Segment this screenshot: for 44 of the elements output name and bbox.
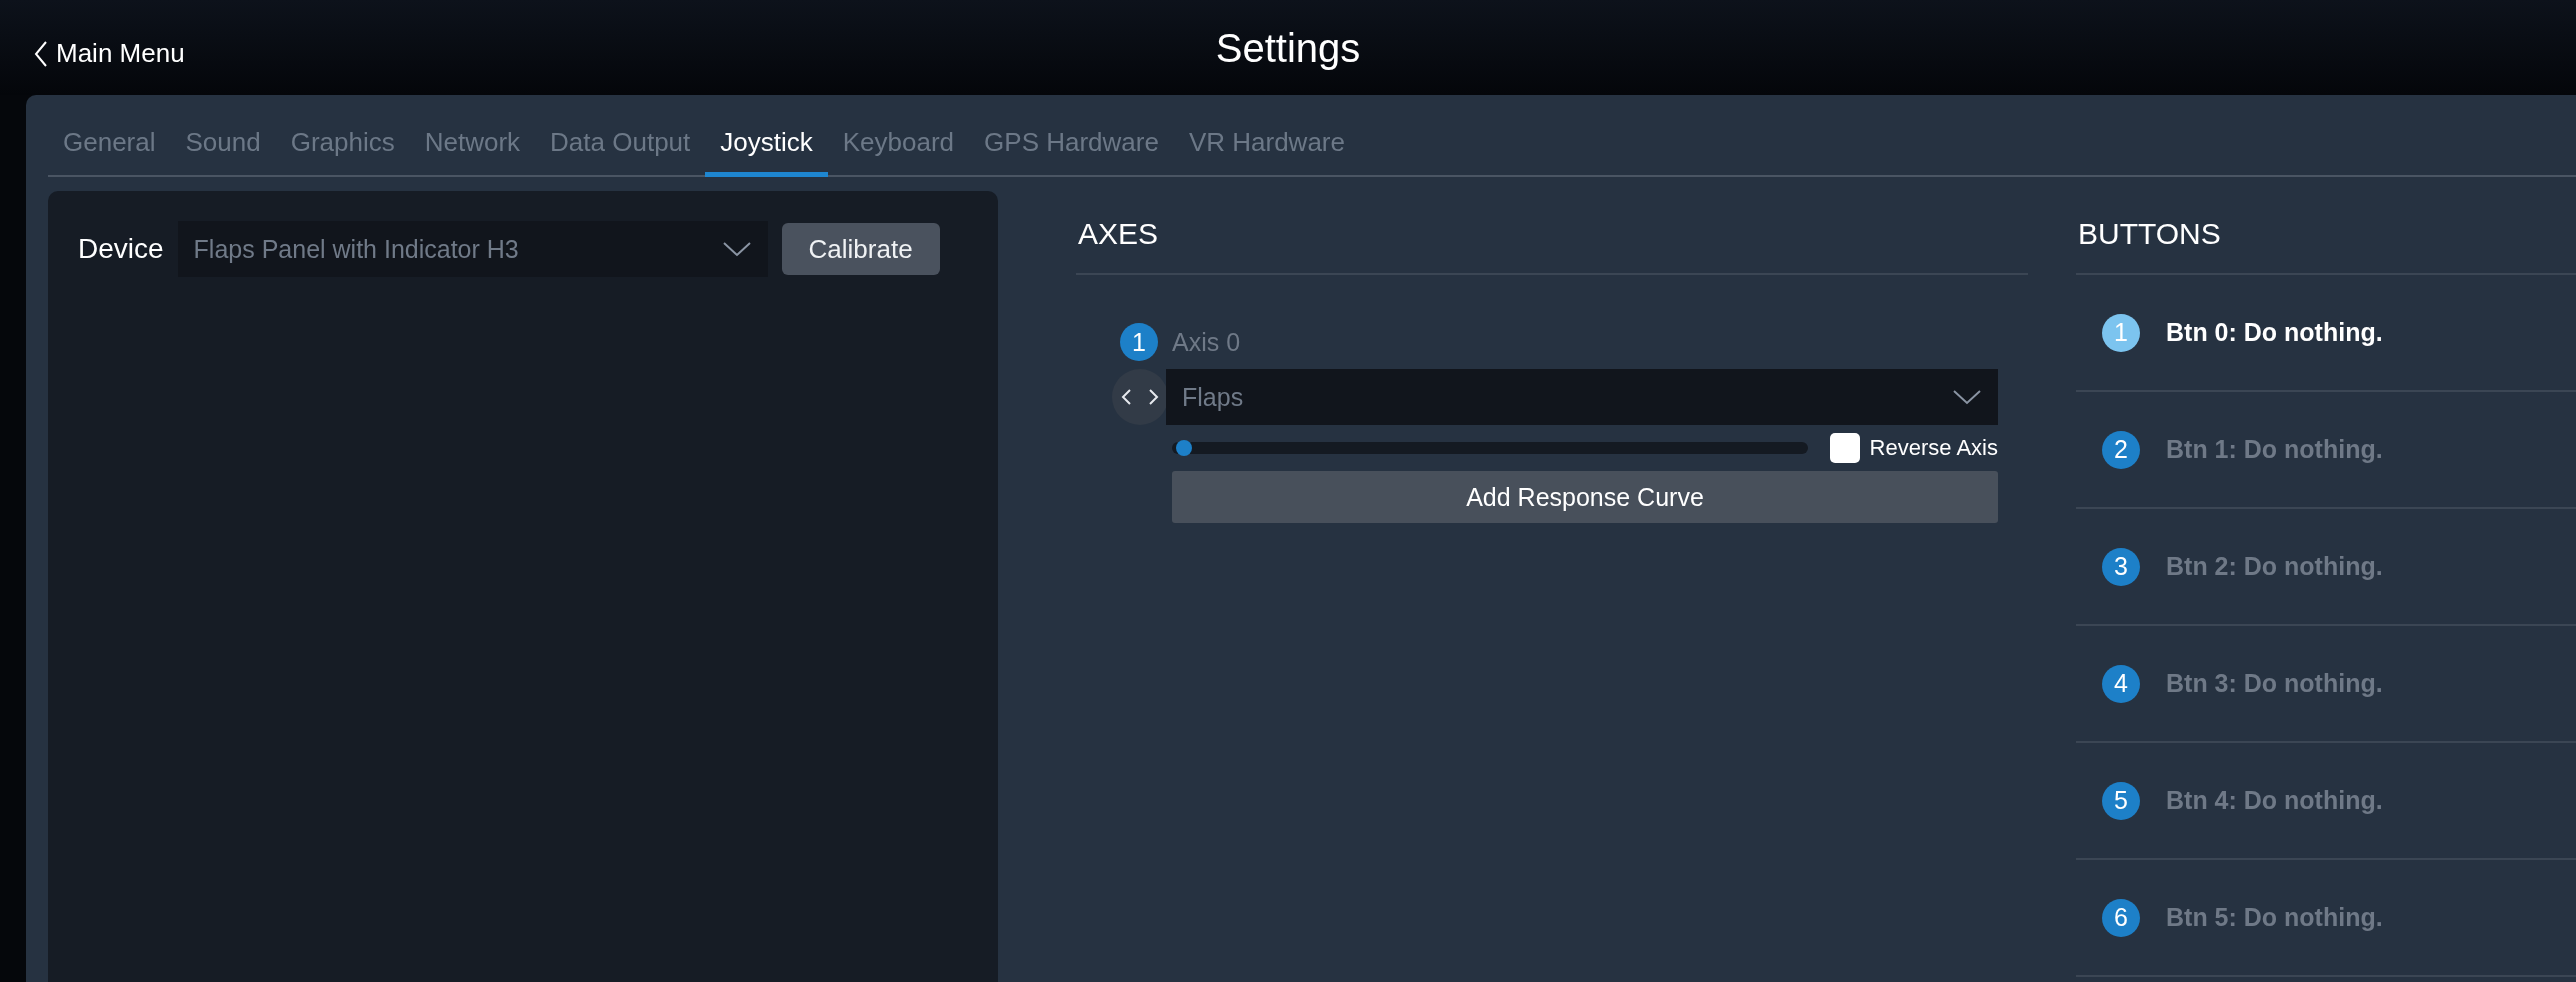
device-dropdown[interactable]: Flaps Panel with Indicator H3 xyxy=(177,221,768,277)
number-badge: 1 xyxy=(2102,313,2140,352)
number-badge: 3 xyxy=(2102,547,2140,586)
button-mapping-row[interactable]: 2 Btn 1: Do nothing. xyxy=(2076,392,2576,509)
tab[interactable]: Joystick xyxy=(705,127,828,177)
device-label: Device xyxy=(78,233,164,265)
tab[interactable]: VR Hardware xyxy=(1173,127,1360,177)
number-badge: 5 xyxy=(2102,781,2140,820)
window-title: Settings xyxy=(1214,26,1362,71)
button-mapping-row[interactable]: 4 Btn 3: Do nothing. xyxy=(2076,626,2576,743)
chevron-down-icon xyxy=(721,241,752,257)
tab[interactable]: Data Output xyxy=(535,127,706,177)
reverse-label: Reverse Axis xyxy=(1869,435,1998,461)
chevron-left-icon xyxy=(34,39,48,68)
button-mapping-row[interactable]: 1 Btn 0: Do nothing. xyxy=(2076,275,2576,392)
section-heading: BUTTONS xyxy=(2076,191,2576,275)
tab[interactable]: GPS Hardware xyxy=(969,127,1174,177)
number-badge: 1 xyxy=(1120,323,1158,361)
section-heading: AXES xyxy=(1076,191,2028,275)
calibrate-button[interactable]: Calibrate xyxy=(781,223,940,275)
mapping-label: Btn 5: Do nothing. xyxy=(2166,903,2383,932)
tab[interactable]: General xyxy=(48,127,171,177)
chevron-down-icon xyxy=(1952,389,1982,405)
arrows-icon[interactable] xyxy=(1112,369,1168,425)
mapping-label: Btn 3: Do nothing. xyxy=(2166,669,2383,698)
tab[interactable]: Keyboard xyxy=(827,127,970,177)
back-button[interactable]: Main Menu xyxy=(30,30,189,77)
button-mapping-row[interactable]: 6 Btn 5: Do nothing. xyxy=(2076,860,2576,977)
mapping-label: Btn 0: Do nothing. xyxy=(2166,318,2383,347)
number-badge: 2 xyxy=(2102,430,2140,469)
mapping-label: Btn 2: Do nothing. xyxy=(2166,552,2383,581)
axis-label: Axis 0 xyxy=(1172,327,1241,357)
reverse-checkbox[interactable] xyxy=(1829,433,1860,463)
mapping-label: Btn 1: Do nothing. xyxy=(2166,435,2383,464)
number-badge: 4 xyxy=(2102,664,2140,703)
tab[interactable]: Sound xyxy=(170,127,276,177)
mapping-label: Btn 4: Do nothing. xyxy=(2166,786,2383,815)
tab[interactable]: Graphics xyxy=(275,127,410,177)
button-mapping-row[interactable]: 3 Btn 2: Do nothing. xyxy=(2076,509,2576,626)
add-curve-button[interactable]: Add Response Curve xyxy=(1172,471,1998,523)
number-badge: 6 xyxy=(2102,898,2140,937)
button-mapping-row[interactable]: 5 Btn 4: Do nothing. xyxy=(2076,743,2576,860)
axis-dropdown[interactable]: Flaps xyxy=(1166,369,1998,425)
tab[interactable]: Network xyxy=(409,127,536,177)
